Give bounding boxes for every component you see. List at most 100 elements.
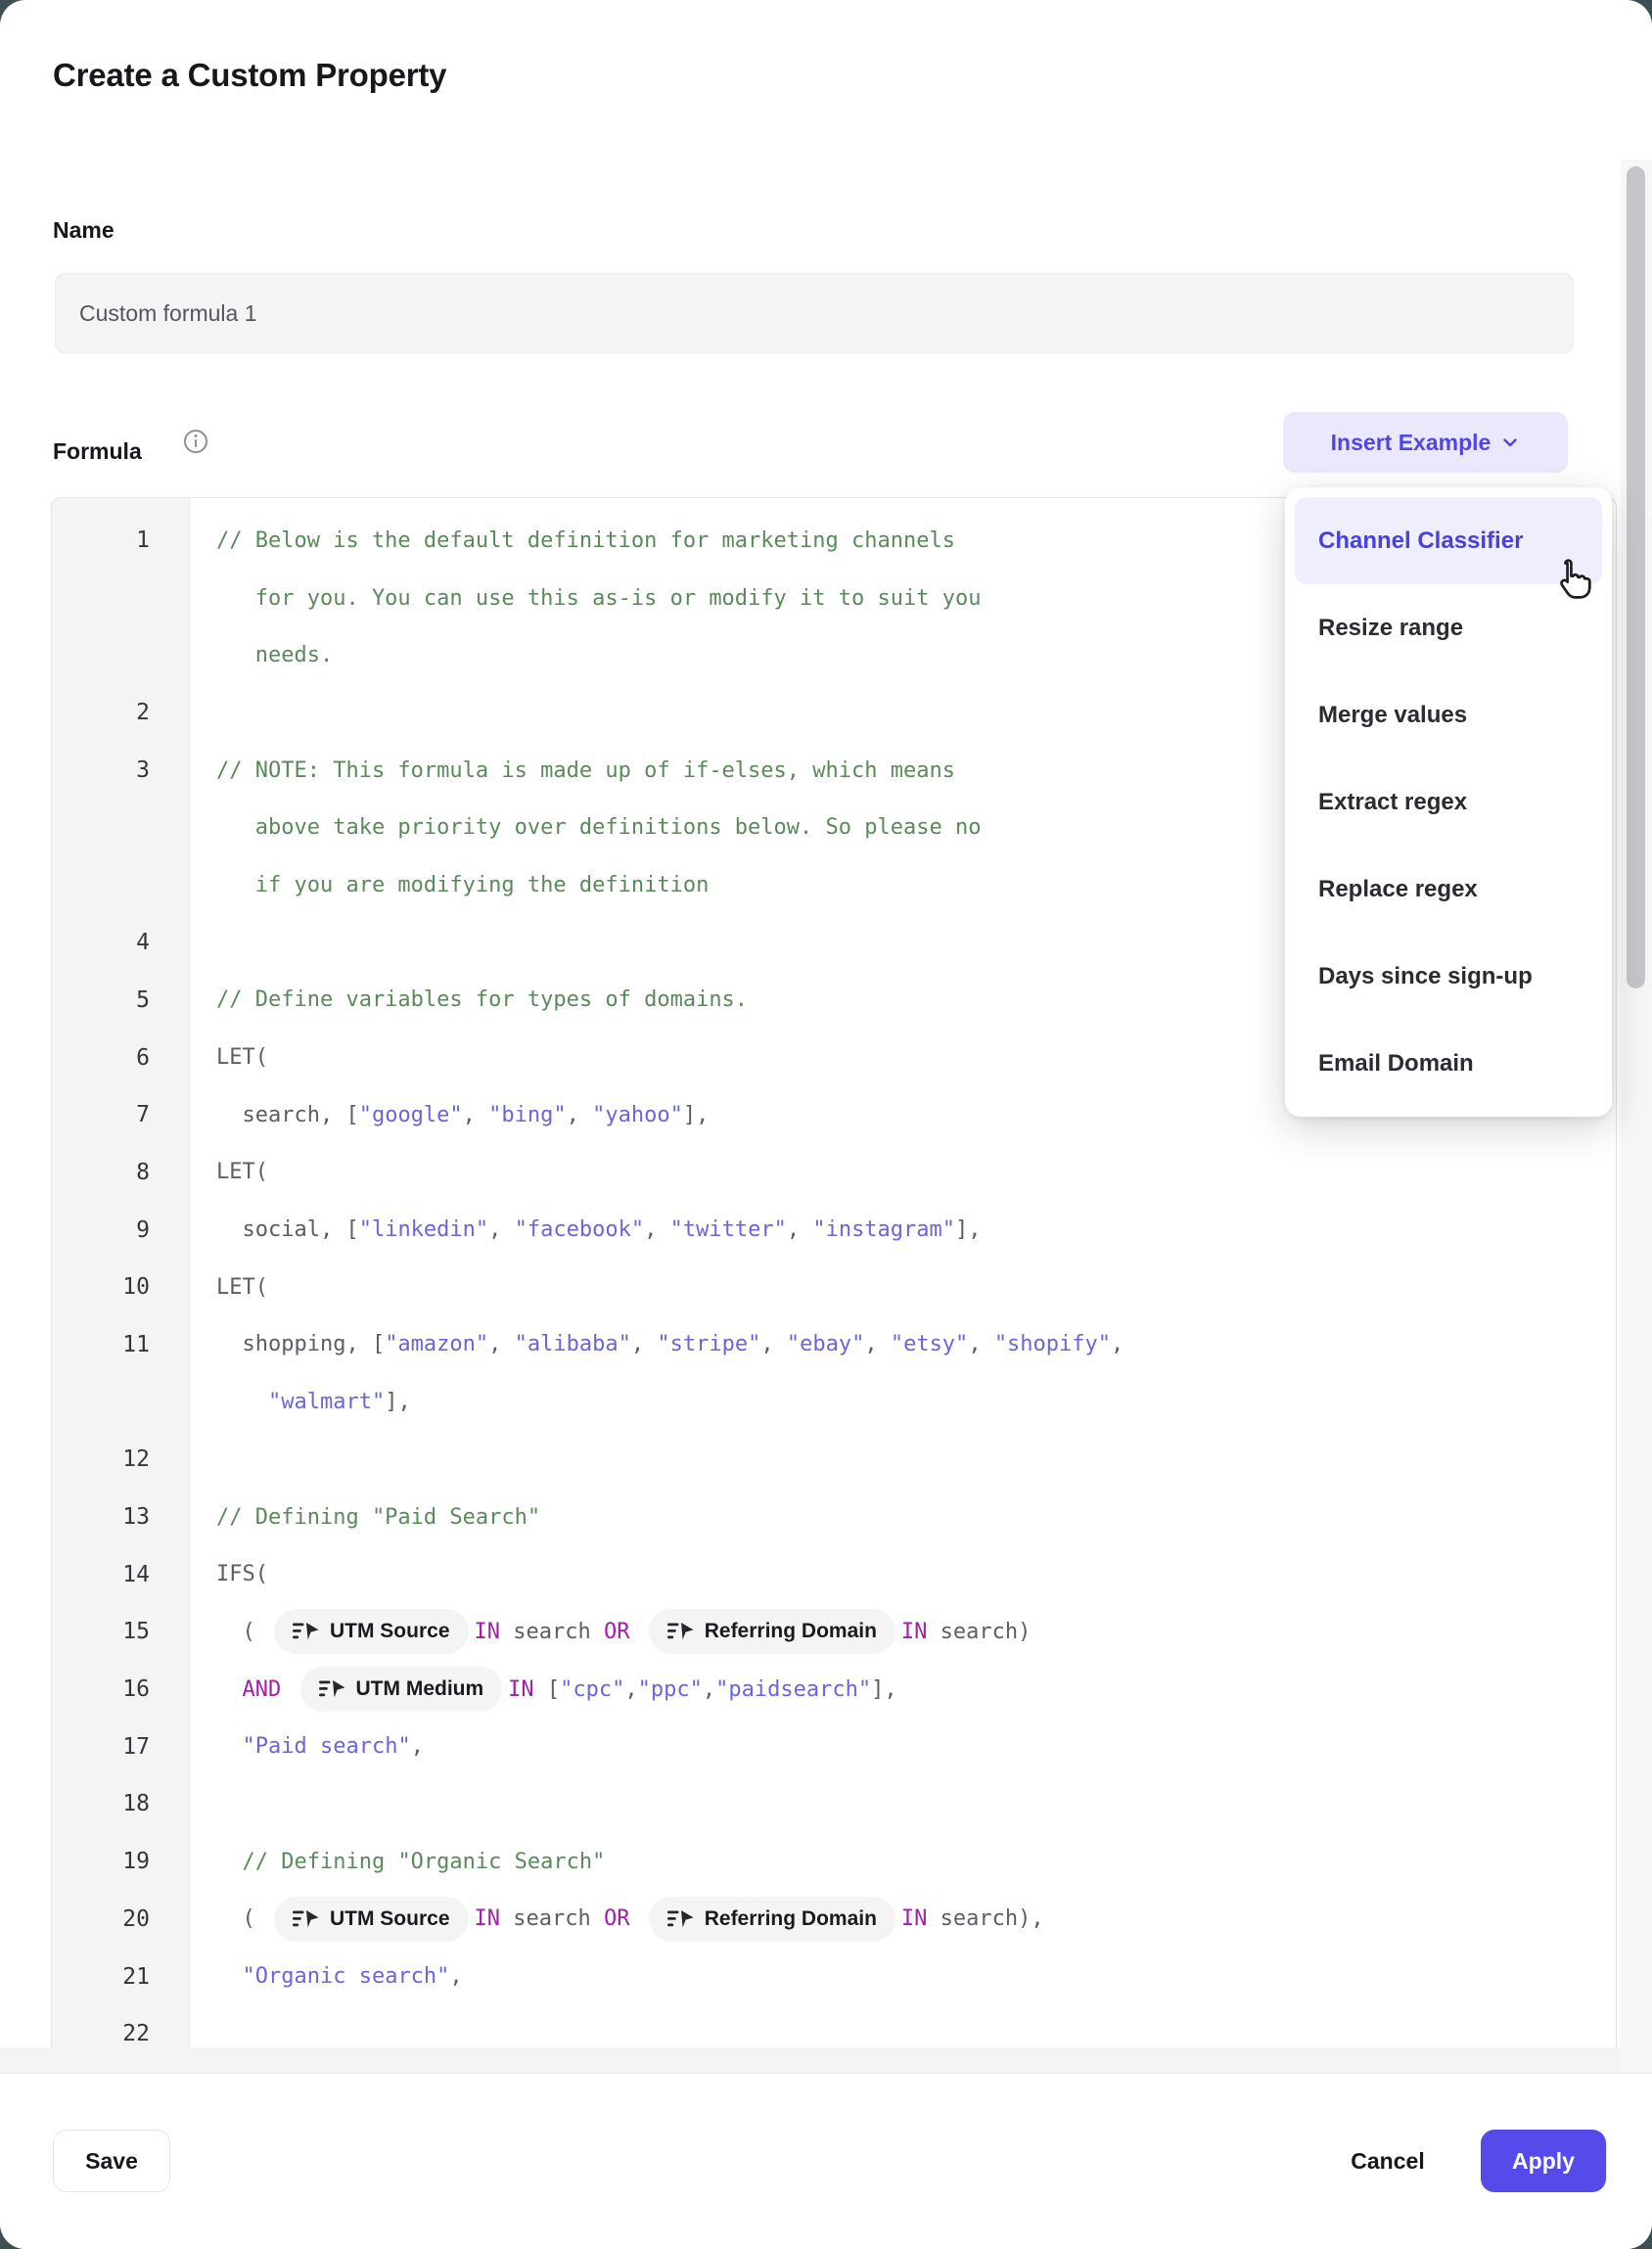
code-comment: for you. You can use this as-is or modif… (216, 586, 981, 611)
vertical-scrollbar-track[interactable] (1621, 160, 1652, 2073)
code-string: "ppc" (638, 1677, 703, 1702)
cancel-button[interactable]: Cancel (1327, 2130, 1448, 2192)
code-text (629, 1620, 642, 1644)
horizontal-scrollbar-track[interactable] (0, 2047, 1652, 2074)
chevron-down-icon (1500, 433, 1520, 452)
line-number: 8 (52, 1160, 189, 1185)
code-row: 11 shopping, ["amazon", "alibaba", "stri… (52, 1316, 1616, 1374)
code-row: 22 (52, 2005, 1616, 2047)
code-line-content: shopping, ["amazon", "alibaba", "stripe"… (189, 1332, 1124, 1356)
code-text: [ (534, 1677, 561, 1702)
code-text: social, [ (216, 1217, 359, 1242)
line-number: 2 (52, 700, 189, 725)
menu-item-merge-values[interactable]: Merge values (1295, 671, 1602, 758)
code-text: , (488, 1332, 515, 1356)
name-label: Name (53, 217, 115, 244)
code-line-content: social, ["linkedin", "facebook", "twitte… (189, 1217, 982, 1242)
line-number: 17 (52, 1734, 189, 1760)
menu-item-email-domain[interactable]: Email Domain (1295, 1020, 1602, 1107)
code-line-content: needs. (189, 643, 333, 667)
code-text: , (864, 1332, 891, 1356)
property-icon (667, 1909, 694, 1929)
property-token[interactable]: Referring Domain (649, 1897, 895, 1942)
code-text: search), (927, 1906, 1043, 1931)
code-string: "bing" (488, 1103, 566, 1127)
code-line-content: // Defining "Organic Search" (189, 1850, 605, 1874)
line-number: 4 (52, 930, 189, 955)
line-number: 20 (52, 1906, 189, 1932)
code-row: 15 ( UTM Source IN search OR Referring D… (52, 1603, 1616, 1661)
line-number: 15 (52, 1619, 189, 1644)
code-row: 19 // Defining "Organic Search" (52, 1833, 1616, 1891)
code-keyword: OR (604, 1906, 630, 1931)
code-text: LET( (216, 1045, 268, 1070)
line-number: 1 (52, 528, 189, 553)
code-text: ( (216, 1620, 268, 1644)
code-line-content: above take priority over definitions bel… (189, 815, 981, 840)
code-keyword: AND (243, 1677, 282, 1702)
code-line-content: if you are modifying the definition (189, 873, 709, 897)
menu-item-label: Resize range (1318, 615, 1463, 642)
code-comment: // Below is the default definition for m… (216, 528, 955, 553)
property-token-label: Referring Domain (705, 1907, 877, 1931)
code-comment: // NOTE: This formula is made up of if-e… (216, 758, 955, 783)
vertical-scrollbar-thumb[interactable] (1627, 166, 1645, 988)
info-icon[interactable] (183, 429, 208, 454)
code-text: , (1111, 1332, 1124, 1356)
code-string: "yahoo" (592, 1103, 683, 1127)
code-comment: needs. (216, 643, 333, 667)
line-number: 19 (52, 1849, 189, 1874)
formula-label: Formula (53, 438, 142, 465)
name-input[interactable]: Custom formula 1 (55, 273, 1574, 353)
menu-item-channel-classifier[interactable]: Channel Classifier (1295, 497, 1602, 584)
code-text: , (449, 1964, 462, 1989)
code-row: 17 "Paid search", (52, 1718, 1616, 1775)
code-string: "facebook" (515, 1217, 644, 1242)
code-text (216, 1677, 243, 1702)
code-line-content: ( UTM Source IN search OR Referring Doma… (189, 1609, 1031, 1654)
code-keyword: IN (901, 1906, 928, 1931)
code-text: , (968, 1332, 994, 1356)
code-text: , (411, 1734, 424, 1759)
property-token-label: UTM Medium (356, 1677, 484, 1701)
line-number: 21 (52, 1964, 189, 1990)
save-button[interactable]: Save (53, 2130, 170, 2192)
property-icon (293, 1909, 319, 1929)
property-token[interactable]: UTM Source (274, 1609, 469, 1654)
code-string: "ebay" (787, 1332, 864, 1356)
name-input-value: Custom formula 1 (79, 300, 257, 327)
code-text: IFS( (216, 1562, 268, 1586)
property-token[interactable]: Referring Domain (649, 1609, 895, 1654)
property-token-label: Referring Domain (705, 1620, 877, 1643)
code-text: , (488, 1217, 515, 1242)
code-text (216, 1850, 243, 1874)
property-token-label: UTM Source (330, 1620, 450, 1643)
property-token[interactable]: UTM Medium (300, 1667, 503, 1712)
menu-item-label: Channel Classifier (1318, 528, 1523, 555)
menu-item-extract-regex[interactable]: Extract regex (1295, 758, 1602, 846)
modal-title: Create a Custom Property (53, 57, 446, 94)
property-token[interactable]: UTM Source (274, 1897, 469, 1942)
code-text: , (703, 1677, 715, 1702)
code-text: ], (955, 1217, 982, 1242)
code-text: shopping, [ (216, 1332, 385, 1356)
code-keyword: IN (901, 1620, 928, 1644)
code-comment: above take priority over definitions bel… (216, 815, 981, 840)
code-line-content: search, ["google", "bing", "yahoo"], (189, 1103, 709, 1127)
code-line-content: // Below is the default definition for m… (189, 528, 955, 553)
code-string: "twitter" (670, 1217, 787, 1242)
line-number: 9 (52, 1217, 189, 1243)
menu-item-days-since-sign-up[interactable]: Days since sign-up (1295, 933, 1602, 1020)
menu-item-label: Extract regex (1318, 789, 1467, 816)
code-text (216, 1964, 243, 1989)
menu-item-resize-range[interactable]: Resize range (1295, 584, 1602, 671)
menu-item-label: Days since sign-up (1318, 963, 1533, 990)
code-string: "Organic search" (243, 1964, 450, 1989)
modal-backdrop: { "modal": { "title": "Create a Custom P… (0, 0, 1652, 2249)
apply-button[interactable]: Apply (1481, 2130, 1606, 2192)
code-row: 18 (52, 1775, 1616, 1833)
menu-item-replace-regex[interactable]: Replace regex (1295, 846, 1602, 933)
insert-example-button[interactable]: Insert Example (1283, 412, 1568, 473)
code-text: , (624, 1677, 637, 1702)
line-number: 12 (52, 1446, 189, 1472)
